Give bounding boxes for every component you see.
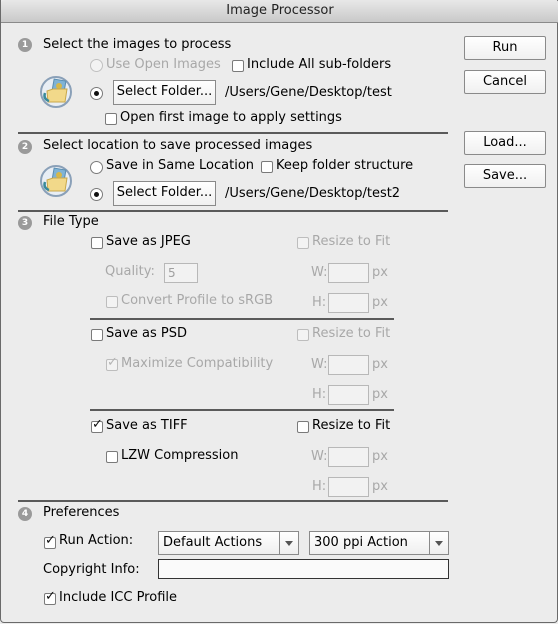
- action-value: 300 ppi Action: [314, 535, 408, 550]
- select-source-folder-button[interactable]: Select Folder...: [113, 80, 216, 105]
- psd-height-input[interactable]: [328, 385, 369, 405]
- select-dest-folder-button[interactable]: Select Folder...: [113, 181, 216, 206]
- checkmark-icon: ✓: [107, 355, 118, 370]
- select-folder-radio[interactable]: [90, 87, 103, 100]
- window-title: Image Processor: [1, 0, 558, 23]
- folder-images-icon: [40, 76, 72, 108]
- section1-title: Select the images to process: [43, 37, 232, 52]
- section2-title: Select location to save processed images: [43, 138, 313, 153]
- convert-profile-checkbox[interactable]: [106, 296, 118, 308]
- dest-folder-path: /Users/Gene/Desktop/test2: [225, 186, 401, 201]
- chevron-down-icon: [429, 532, 448, 554]
- checkmark-icon: ✓: [92, 417, 103, 432]
- tiff-w-unit: px: [372, 449, 388, 464]
- save-as-psd-label: Save as PSD: [106, 326, 188, 341]
- checkmark-icon: ✓: [45, 589, 56, 604]
- include-subfolders-label: Include All sub-folders: [247, 57, 392, 72]
- image-processor-dialog: Image Processor Run Cancel Load... Save.…: [0, 0, 558, 623]
- psd-width-input[interactable]: [328, 355, 369, 375]
- psd-w-unit: px: [372, 357, 388, 372]
- tiff-height-input[interactable]: [328, 477, 369, 497]
- separator: [90, 409, 394, 411]
- jpeg-w-label: W:: [311, 265, 328, 280]
- cancel-button[interactable]: Cancel: [464, 70, 546, 94]
- jpeg-resize-checkbox[interactable]: [297, 237, 309, 249]
- save-as-jpeg-label: Save as JPEG: [106, 234, 191, 249]
- use-open-images-radio[interactable]: [90, 59, 103, 72]
- include-subfolders-checkbox[interactable]: [232, 60, 244, 72]
- save-as-tiff-label: Save as TIFF: [106, 418, 188, 433]
- maximize-compatibility-checkbox[interactable]: ✓: [106, 355, 118, 371]
- quality-label: Quality:: [105, 264, 155, 279]
- action-select[interactable]: 300 ppi Action: [309, 531, 449, 555]
- jpeg-width-input[interactable]: [328, 263, 369, 283]
- save-same-location-label: Save in Same Location: [106, 158, 255, 173]
- save-same-location-radio[interactable]: [90, 161, 103, 174]
- separator: [18, 210, 448, 212]
- tiff-w-label: W:: [311, 449, 328, 464]
- jpeg-h-unit: px: [372, 295, 388, 310]
- copyright-label: Copyright Info:: [43, 562, 140, 577]
- step-1-badge: 1: [18, 38, 32, 52]
- convert-profile-label: Convert Profile to sRGB: [121, 293, 274, 308]
- run-action-checkbox[interactable]: ✓: [44, 533, 56, 549]
- use-open-images-label: Use Open Images: [106, 57, 221, 72]
- include-icc-checkbox[interactable]: ✓: [44, 589, 56, 605]
- chevron-down-icon: [279, 532, 298, 554]
- separator: [18, 500, 448, 502]
- jpeg-w-unit: px: [372, 265, 388, 280]
- keep-folder-structure-checkbox[interactable]: [261, 161, 273, 173]
- maximize-compatibility-label: Maximize Compatibility: [121, 356, 274, 371]
- lzw-compression-checkbox[interactable]: [106, 451, 118, 463]
- step-2-badge: 2: [18, 140, 32, 154]
- section3-title: File Type: [43, 214, 99, 229]
- select-dest-folder-radio[interactable]: [90, 188, 103, 201]
- open-first-image-label: Open first image to apply settings: [120, 110, 342, 125]
- action-set-select[interactable]: Default Actions: [158, 531, 299, 555]
- tiff-width-input[interactable]: [328, 447, 369, 467]
- keep-folder-structure-label: Keep folder structure: [276, 158, 414, 173]
- psd-w-label: W:: [311, 357, 328, 372]
- step-4-badge: 4: [18, 507, 32, 521]
- source-folder-path: /Users/Gene/Desktop/test: [225, 85, 392, 100]
- jpeg-resize-label: Resize to Fit: [312, 234, 391, 249]
- copyright-input[interactable]: [158, 559, 449, 579]
- separator: [90, 318, 394, 320]
- run-button[interactable]: Run: [464, 36, 546, 60]
- step-3-badge: 3: [18, 216, 32, 230]
- separator: [18, 132, 448, 134]
- save-as-jpeg-checkbox[interactable]: [91, 237, 103, 249]
- load-button[interactable]: Load...: [464, 131, 546, 155]
- save-button[interactable]: Save...: [464, 164, 546, 188]
- jpeg-height-input[interactable]: [328, 293, 369, 313]
- psd-h-label: H:: [312, 387, 327, 402]
- lzw-compression-label: LZW Compression: [121, 448, 239, 463]
- include-icc-label: Include ICC Profile: [59, 590, 177, 605]
- checkmark-icon: ✓: [45, 533, 56, 548]
- section4-title: Preferences: [43, 505, 120, 520]
- psd-resize-label: Resize to Fit: [312, 326, 391, 341]
- psd-h-unit: px: [372, 387, 388, 402]
- tiff-resize-label: Resize to Fit: [312, 418, 391, 433]
- open-first-image-checkbox[interactable]: [105, 113, 117, 125]
- save-as-tiff-checkbox[interactable]: ✓: [91, 417, 103, 433]
- tiff-h-label: H:: [312, 479, 327, 494]
- tiff-resize-checkbox[interactable]: [297, 421, 309, 433]
- action-set-value: Default Actions: [163, 535, 263, 550]
- quality-input[interactable]: 5: [164, 263, 198, 283]
- run-action-label: Run Action:: [59, 533, 134, 548]
- save-as-psd-checkbox[interactable]: [91, 329, 103, 341]
- psd-resize-checkbox[interactable]: [297, 329, 309, 341]
- jpeg-h-label: H:: [312, 295, 327, 310]
- tiff-h-unit: px: [372, 479, 388, 494]
- folder-images-icon: [40, 165, 72, 197]
